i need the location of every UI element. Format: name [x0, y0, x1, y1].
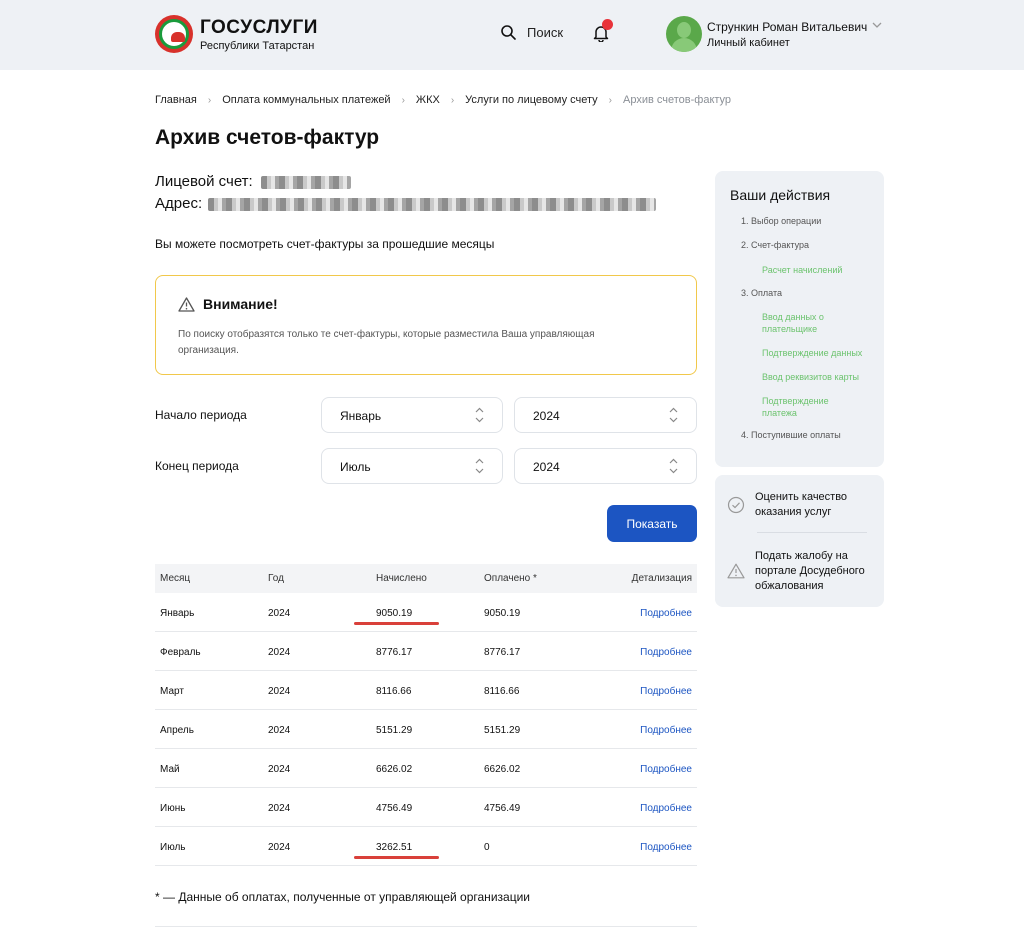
redacted-address [208, 197, 657, 211]
step-payer-data[interactable]: Ввод данных о плательщике [762, 311, 842, 335]
address-label: Адрес: [155, 195, 203, 212]
period-end-label: Конец периода [155, 459, 239, 473]
breadcrumb-home[interactable]: Главная [155, 94, 197, 106]
steps-title: Ваши действия [730, 187, 831, 203]
table-row: Апрель 2024 5151.29 5151.29 Подробнее [155, 710, 697, 749]
alert-text: По поиску отобразятся только те счет-фак… [178, 329, 595, 356]
payments-footnote: * — Данные об оплатах, полученные от упр… [155, 890, 530, 904]
chevron-right-icon: › [608, 94, 612, 106]
steps-panel: Ваши действия 1. Выбор операции 2. Счет-… [715, 171, 884, 467]
select-arrows-icon [475, 458, 484, 474]
notifications-button[interactable] [593, 19, 613, 44]
notification-badge [602, 19, 613, 30]
warning-alert: Внимание! По поиску отобразятся только т… [155, 275, 697, 375]
highlight-underline [354, 856, 439, 859]
table-row: Май 2024 6626.02 6626.02 Подробнее [155, 749, 697, 788]
step-payment: 3. Оплата [741, 288, 782, 298]
highlight-underline [354, 622, 439, 625]
account-label: Лицевой счет: [155, 173, 253, 190]
column-header-charged: Начислено [376, 573, 427, 584]
select-arrows-icon [669, 407, 678, 423]
alert-title: Внимание! [203, 296, 278, 312]
table-row: Июнь 2024 4756.49 4756.49 Подробнее [155, 788, 697, 827]
details-link[interactable]: Подробнее [640, 671, 692, 712]
search-icon [501, 25, 516, 40]
breadcrumb-payments[interactable]: Оплата коммунальных платежей [222, 94, 390, 106]
end-month-select[interactable]: Июль [321, 448, 503, 484]
table-row: Июль 2024 3262.51 0 Подробнее [155, 827, 697, 866]
table-row: Январь 2024 9050.19 9050.19 Подробнее [155, 593, 697, 632]
intro-text: Вы можете посмотреть счет-фактуры за про… [155, 237, 495, 251]
start-year-select[interactable]: 2024 [514, 397, 697, 433]
column-header-details: Детализация [631, 573, 692, 584]
select-arrows-icon [475, 407, 484, 423]
details-link[interactable]: Подробнее [640, 710, 692, 751]
step-charges-calculation[interactable]: Расчет начислений [762, 264, 872, 276]
breadcrumb-zhkh[interactable]: ЖКХ [416, 94, 440, 106]
start-month-select[interactable]: Январь [321, 397, 503, 433]
avatar[interactable] [666, 16, 702, 52]
table-row: Март 2024 8116.66 8116.66 Подробнее [155, 671, 697, 710]
search-button[interactable]: Поиск [501, 25, 563, 40]
actions-panel: Оценить качество оказания услуг Подать ж… [715, 475, 884, 607]
file-complaint-button[interactable]: Подать жалобу на портале Досудебного обж… [727, 549, 870, 594]
page-title: Архив счетов-фактур [155, 126, 380, 149]
details-link[interactable]: Подробнее [640, 593, 692, 634]
column-header-month: Месяц [160, 573, 191, 584]
step-payment-confirmation[interactable]: Подтверждение платежа [762, 395, 842, 419]
chevron-down-icon[interactable] [872, 22, 882, 29]
step-received-payments: 4. Поступившие оплаты [741, 430, 841, 440]
divider [155, 926, 697, 927]
details-link[interactable]: Подробнее [640, 632, 692, 673]
period-start-label: Начало периода [155, 408, 247, 422]
column-header-paid: Оплачено * [484, 573, 537, 584]
breadcrumb-account-services[interactable]: Услуги по лицевому счету [465, 94, 597, 106]
show-button[interactable]: Показать [607, 505, 697, 542]
step-card-details[interactable]: Ввод реквизитов карты [762, 371, 872, 383]
warning-icon [727, 563, 745, 579]
redacted-account-number [260, 175, 351, 189]
details-link[interactable]: Подробнее [640, 749, 692, 790]
chevron-right-icon: › [450, 94, 455, 106]
search-label: Поиск [527, 25, 564, 40]
rate-service-button[interactable]: Оценить качество оказания услуг [727, 490, 870, 520]
brand-subtitle: Республики Татарстан [200, 40, 315, 52]
step-data-confirmation[interactable]: Подтверждение данных [762, 347, 872, 359]
top-header: ГОСУСЛУГИ Республики Татарстан Поиск Стр… [0, 0, 1024, 70]
table-row: Февраль 2024 8776.17 8776.17 Подробнее [155, 632, 697, 671]
divider [757, 532, 867, 533]
brand-title[interactable]: ГОСУСЛУГИ [200, 17, 318, 39]
rate-service-label: Оценить качество оказания услуг [755, 491, 848, 518]
chevron-right-icon: › [207, 94, 212, 106]
breadcrumb: Главная › Оплата коммунальных платежей ›… [155, 94, 731, 106]
user-cabinet-label: Личный кабинет [707, 37, 790, 49]
check-circle-icon [727, 496, 745, 514]
chevron-right-icon: › [401, 94, 405, 106]
file-complaint-label: Подать жалобу на портале Досудебного обж… [755, 550, 865, 592]
select-arrows-icon [669, 458, 678, 474]
gosuslugi-logo-icon[interactable] [155, 15, 193, 53]
column-header-year: Год [268, 573, 284, 584]
table-header: Месяц Год Начислено Оплачено * Детализац… [155, 564, 697, 593]
user-name[interactable]: Стрункин Роман Витальевич [707, 20, 867, 34]
invoices-table: Месяц Год Начислено Оплачено * Детализац… [155, 564, 697, 866]
address-row: Адрес: [155, 195, 657, 212]
warning-icon [178, 296, 195, 312]
details-link[interactable]: Подробнее [640, 827, 692, 868]
step-select-operation: 1. Выбор операции [741, 216, 822, 226]
account-number-row: Лицевой счет: [155, 173, 351, 190]
end-year-select[interactable]: 2024 [514, 448, 697, 484]
step-invoice: 2. Счет-фактура [741, 240, 810, 250]
breadcrumb-current: Архив счетов-фактур [623, 94, 732, 106]
details-link[interactable]: Подробнее [640, 788, 692, 829]
